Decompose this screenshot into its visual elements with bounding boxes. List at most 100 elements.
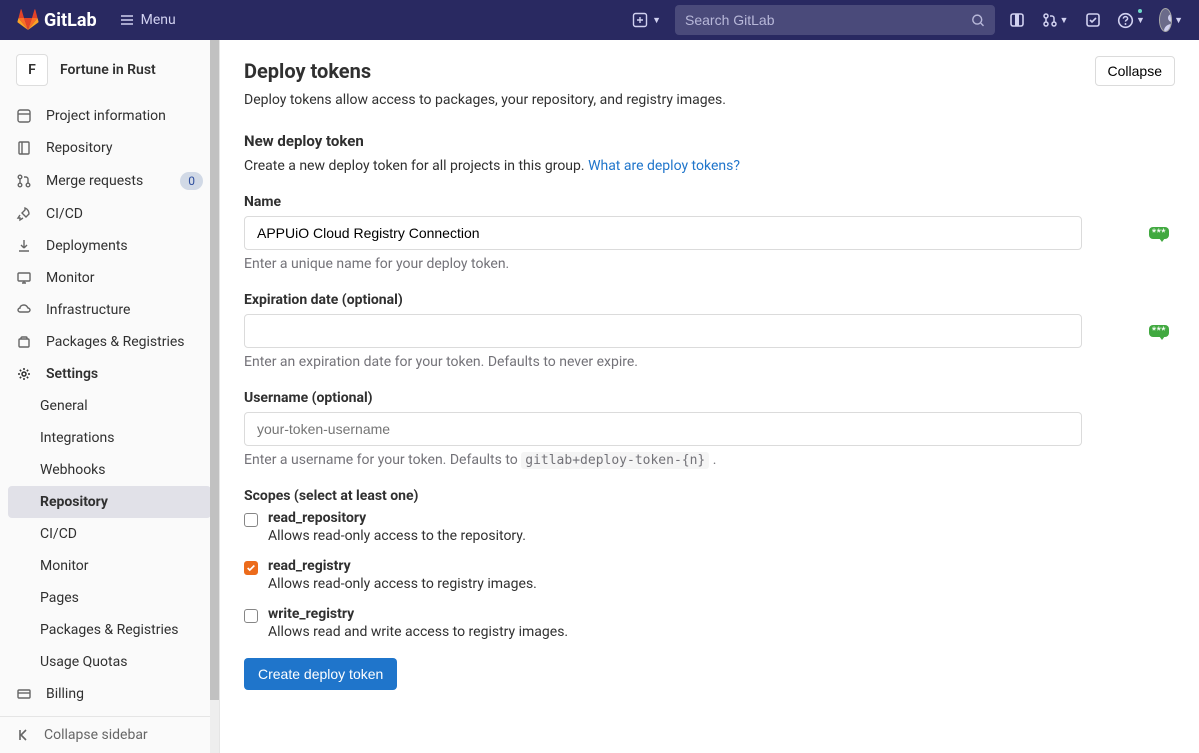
scope-label: write_registry — [268, 606, 568, 622]
scope-desc: Allows read-only access to the repositor… — [268, 528, 526, 544]
infrastructure-icon — [16, 302, 32, 318]
scope-read-registry: read_registry Allows read-only access to… — [244, 558, 1175, 592]
page-subtitle: Deploy tokens allow access to packages, … — [244, 92, 1175, 108]
collapse-section-button[interactable]: Collapse — [1095, 56, 1175, 86]
sidebar-item-project-info[interactable]: Project information — [0, 100, 219, 132]
page-title: Deploy tokens — [244, 59, 371, 83]
sub-item-monitor[interactable]: Monitor — [0, 550, 219, 582]
deployments-icon — [16, 238, 32, 254]
brand-text: GitLab — [44, 10, 97, 31]
todos-icon[interactable] — [1079, 6, 1107, 34]
sidebar-item-label: Project information — [46, 108, 166, 124]
expiration-input[interactable] — [244, 314, 1082, 348]
global-search[interactable] — [675, 5, 995, 35]
password-manager-badge-icon[interactable]: *** — [1149, 227, 1169, 239]
what-are-deploy-tokens-link[interactable]: What are deploy tokens? — [588, 158, 740, 174]
name-input[interactable] — [244, 216, 1082, 250]
create-deploy-token-button[interactable]: Create deploy token — [244, 658, 397, 690]
project-header[interactable]: F Fortune in Rust — [0, 40, 219, 100]
new-dropdown[interactable]: ▼ — [632, 12, 661, 28]
default-username-code: gitlab+deploy-token-{n} — [521, 452, 709, 469]
sidebar-item-monitor[interactable]: Monitor — [0, 262, 219, 294]
scope-label: read_registry — [268, 558, 537, 574]
sub-item-integrations[interactable]: Integrations — [0, 422, 219, 454]
username-input[interactable] — [244, 412, 1082, 446]
checkbox-read-repository[interactable] — [244, 513, 258, 527]
sidebar-item-cicd[interactable]: CI/CD — [0, 198, 219, 230]
user-menu[interactable]: ▼ — [1155, 6, 1183, 34]
merge-request-icon — [16, 173, 32, 189]
sub-item-cicd[interactable]: CI/CD — [0, 518, 219, 550]
sidebar-item-merge-requests[interactable]: Merge requests 0 — [0, 164, 219, 198]
repository-icon — [16, 140, 32, 156]
menu-label: Menu — [141, 12, 176, 28]
sub-item-pages[interactable]: Pages — [0, 582, 219, 614]
sidebar-item-deployments[interactable]: Deployments — [0, 230, 219, 262]
project-name: Fortune in Rust — [60, 62, 156, 78]
chevron-down-icon: ▼ — [1136, 15, 1145, 26]
notification-dot-icon — [1137, 8, 1143, 14]
sub-item-webhooks[interactable]: Webhooks — [0, 454, 219, 486]
scope-read-repository: read_repository Allows read-only access … — [244, 510, 1175, 544]
collapse-sidebar-button[interactable]: Collapse sidebar — [0, 716, 219, 753]
expiration-help-text: Enter an expiration date for your token.… — [244, 354, 1175, 370]
scope-write-registry: write_registry Allows read and write acc… — [244, 606, 1175, 640]
avatar — [1159, 8, 1172, 32]
sub-item-repository[interactable]: Repository — [8, 486, 211, 518]
main-content: Deploy tokens Collapse Deploy tokens all… — [220, 40, 1199, 753]
help-dropdown[interactable]: ▼ — [1117, 6, 1145, 34]
new-token-heading: New deploy token — [244, 132, 1175, 150]
main-menu-button[interactable]: Menu — [111, 8, 184, 32]
search-icon — [971, 13, 985, 28]
sidebar-item-label: Monitor — [46, 270, 95, 286]
merge-requests-icon[interactable]: ▼ — [1041, 6, 1069, 34]
sidebar-item-infrastructure[interactable]: Infrastructure — [0, 294, 219, 326]
name-help-text: Enter a unique name for your deploy toke… — [244, 256, 1175, 272]
gear-icon — [16, 366, 32, 382]
sidebar-item-label: Deployments — [46, 238, 128, 254]
sidebar-item-label: Infrastructure — [46, 302, 130, 318]
name-label: Name — [244, 194, 1175, 210]
username-help-text: Enter a username for your token. Default… — [244, 452, 1175, 468]
project-info-icon — [16, 108, 32, 124]
checkbox-read-registry[interactable] — [244, 561, 258, 575]
scopes-label: Scopes (select at least one) — [244, 488, 1175, 504]
chevron-down-icon: ▼ — [1060, 15, 1069, 26]
billing-icon — [16, 686, 32, 702]
sub-item-usage-quotas[interactable]: Usage Quotas — [0, 646, 219, 678]
username-label: Username (optional) — [244, 390, 1175, 406]
sidebar-item-settings[interactable]: Settings — [0, 358, 219, 390]
search-input[interactable] — [685, 12, 971, 28]
expiration-label: Expiration date (optional) — [244, 292, 1175, 308]
project-avatar: F — [16, 54, 48, 86]
top-nav: GitLab Menu ▼ ▼ ▼ ▼ — [0, 0, 1199, 40]
sidebar-item-label: Repository — [46, 140, 112, 156]
sidebar-item-packages[interactable]: Packages & Registries — [0, 326, 219, 358]
collapse-label: Collapse sidebar — [44, 727, 148, 743]
hamburger-icon — [119, 12, 135, 28]
sub-item-general[interactable]: General — [0, 390, 219, 422]
scrollbar-thumb[interactable] — [210, 40, 219, 700]
mr-count-badge: 0 — [180, 172, 203, 190]
tanuki-icon — [16, 8, 40, 32]
checkbox-write-registry[interactable] — [244, 609, 258, 623]
password-manager-badge-icon[interactable]: *** — [1149, 325, 1169, 337]
plus-square-icon — [632, 12, 648, 28]
package-icon — [16, 334, 32, 350]
gitlab-logo[interactable]: GitLab — [16, 8, 97, 32]
check-icon — [246, 563, 256, 573]
monitor-icon — [16, 270, 32, 286]
sub-item-packages[interactable]: Packages & Registries — [0, 614, 219, 646]
sidebar-item-label: CI/CD — [46, 206, 83, 222]
sidebar-item-billing[interactable]: Billing — [0, 678, 219, 710]
sidebar-item-repository[interactable]: Repository — [0, 132, 219, 164]
sidebar-item-label: Settings — [46, 366, 98, 382]
issues-icon[interactable] — [1003, 6, 1031, 34]
collapse-icon — [16, 727, 32, 743]
sidebar-scrollbar[interactable] — [210, 40, 219, 753]
scope-label: read_repository — [268, 510, 526, 526]
chevron-down-icon: ▼ — [652, 15, 661, 26]
sidebar-item-label: Packages & Registries — [46, 334, 185, 350]
sidebar-item-label: Merge requests — [46, 173, 143, 189]
scope-desc: Allows read-only access to registry imag… — [268, 576, 537, 592]
